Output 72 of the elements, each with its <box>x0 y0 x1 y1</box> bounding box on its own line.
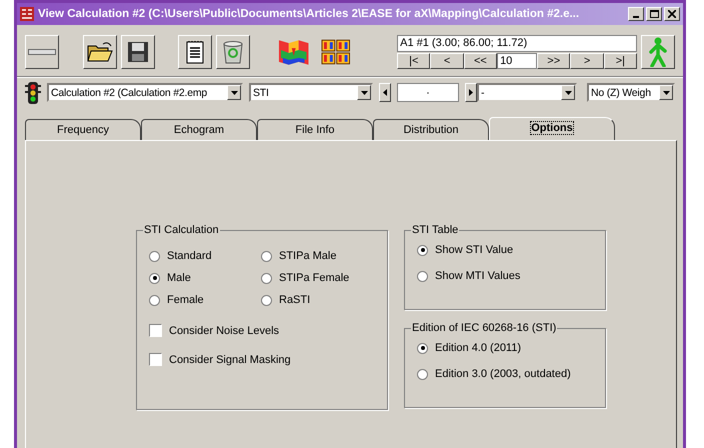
dropdown[interactable]: - <box>477 83 577 102</box>
nav-button[interactable]: >| <box>604 52 637 68</box>
option-label: Male <box>167 272 191 284</box>
dropdown[interactable]: STI <box>249 83 373 102</box>
option-label: Show STI Value <box>435 244 514 256</box>
option-label: Female <box>167 294 204 306</box>
position-display: A1 #1 (3.00; 86.00; 11.72) <box>397 34 638 52</box>
radio-button[interactable] <box>261 294 272 306</box>
radio-button[interactable] <box>417 342 428 354</box>
open-button[interactable] <box>82 34 117 68</box>
checkbox-label: Consider Noise Levels <box>169 324 280 336</box>
radio-button[interactable] <box>417 368 428 380</box>
radio-button[interactable] <box>149 272 160 284</box>
tab[interactable]: Echogram <box>141 119 257 140</box>
tab[interactable]: File Info <box>257 119 373 140</box>
tab[interactable]: Options <box>489 117 615 140</box>
toolbar-button[interactable] <box>641 34 676 68</box>
toolbar-button[interactable] <box>178 34 212 68</box>
next-button[interactable] <box>465 83 477 102</box>
checkbox[interactable] <box>149 353 162 366</box>
checkbox-label: Consider Signal Masking <box>169 354 291 366</box>
close-icon <box>668 10 676 18</box>
app-icon <box>20 7 34 21</box>
recycle-bin-icon <box>222 40 244 64</box>
folder-icon <box>86 40 113 62</box>
people-grid-icon <box>320 38 350 64</box>
radio-button[interactable] <box>417 270 428 282</box>
traffic-light-icon <box>25 80 41 104</box>
maximize-button[interactable] <box>646 7 662 21</box>
tab[interactable]: Frequency <box>25 119 141 140</box>
left-arrow-icon <box>383 89 387 96</box>
bar-icon <box>28 48 56 54</box>
radio-button[interactable] <box>261 272 272 284</box>
nav-button[interactable]: < <box>430 52 464 68</box>
maximize-icon <box>650 10 658 18</box>
option-label: STIPa Female <box>279 272 350 284</box>
minimize-button[interactable] <box>628 7 644 21</box>
step-field[interactable]: 10 <box>497 52 538 68</box>
radio-button[interactable] <box>149 250 160 262</box>
option-label: Edition 3.0 (2003, outdated) <box>435 368 571 380</box>
checkbox[interactable] <box>149 324 162 337</box>
radio-button[interactable] <box>149 294 160 306</box>
radio-button[interactable] <box>261 250 272 262</box>
dropdown[interactable]: Calculation #2 (Calculation #2.emp <box>47 83 243 102</box>
dropdown[interactable]: No (Z) Weigh <box>587 83 675 102</box>
tab[interactable]: Distribution <box>373 119 489 140</box>
dropdown-arrow-icon <box>230 90 238 94</box>
nav-button[interactable]: >> <box>537 52 570 68</box>
toolbar-button[interactable] <box>25 34 59 68</box>
nav-button[interactable]: << <box>464 52 498 68</box>
nav-button[interactable]: |< <box>397 52 430 68</box>
previous-button[interactable] <box>379 83 391 102</box>
close-button[interactable] <box>664 7 680 21</box>
toolbar-button[interactable] <box>216 34 250 68</box>
radio-button[interactable] <box>417 244 428 256</box>
dropdown-arrow-icon <box>662 90 670 94</box>
option-label: RaSTI <box>279 294 310 306</box>
notepad-icon <box>186 40 204 64</box>
option-label: STIPa Male <box>279 250 336 262</box>
right-arrow-icon <box>469 89 473 96</box>
nav-button[interactable]: > <box>570 52 604 68</box>
option-label: Standard <box>167 250 212 262</box>
group-title: STI Table <box>411 224 460 236</box>
option-label: Show MTI Values <box>435 270 520 282</box>
window-title: View Calculation #2 (C:\Users\Public\Documents\Articles 2\EASE for aX\Mapping\Calculation #2.e... <box>38 8 580 20</box>
stepper-field[interactable]: · <box>397 83 459 102</box>
dropdown-arrow-icon <box>360 90 368 94</box>
dropdown-arrow-icon <box>564 90 572 94</box>
option-label: Edition 4.0 (2011) <box>435 342 522 354</box>
save-button[interactable] <box>120 34 155 68</box>
group-title: STI Calculation <box>143 224 220 236</box>
group-title: Edition of IEC 60268-16 (STI) <box>411 322 558 334</box>
